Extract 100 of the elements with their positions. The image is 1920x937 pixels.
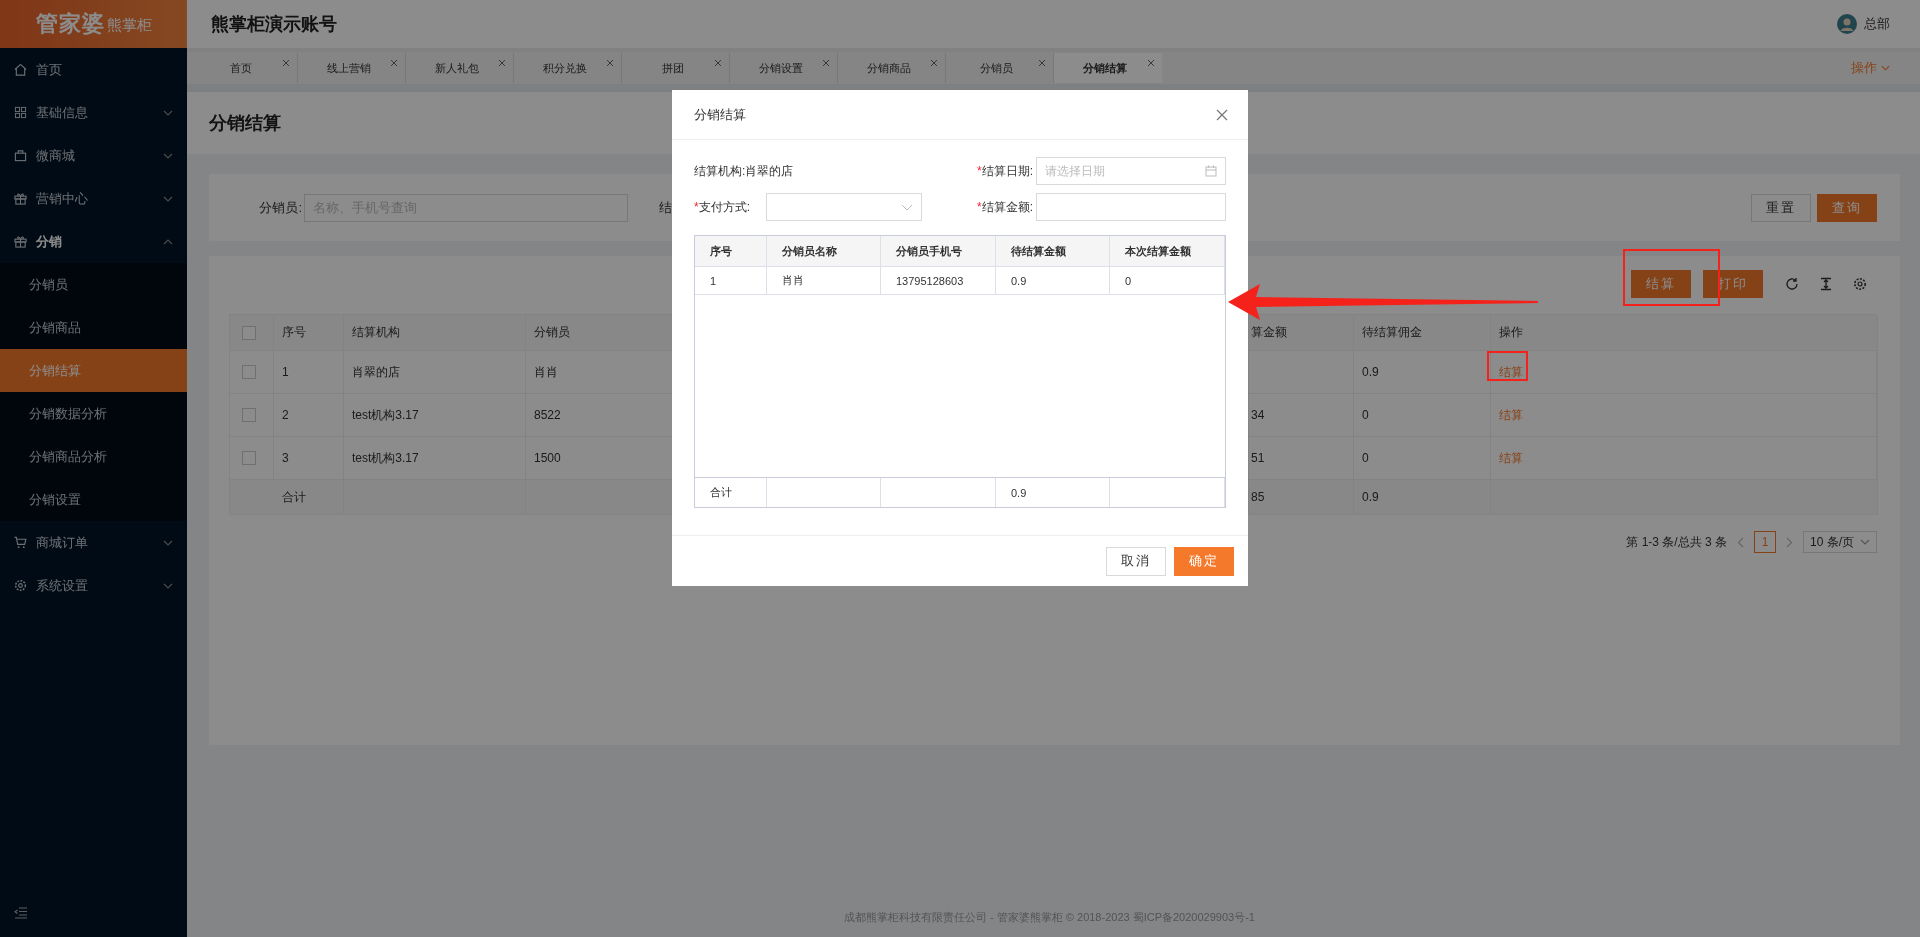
total-cell: 合计	[230, 480, 344, 515]
table-cell: 肖翠的店	[344, 351, 526, 394]
sidebar-item-label: 分销	[36, 232, 63, 251]
field-label: *支付方式:	[694, 198, 751, 216]
cancel-button[interactable]: 取消	[1106, 546, 1166, 576]
settle-button[interactable]: 结算	[1631, 270, 1691, 298]
grid-icon	[14, 106, 27, 119]
close-icon[interactable]	[606, 59, 614, 67]
column-header: 分销员手机号	[881, 236, 996, 266]
sidebar-item-label: 商城订单	[36, 533, 89, 552]
field-label: 结	[659, 198, 672, 217]
reset-button[interactable]: 重置	[1751, 193, 1811, 222]
sidebar-subitem[interactable]: 分销商品	[0, 306, 187, 349]
close-icon[interactable]	[390, 59, 398, 67]
page-tab[interactable]: 拼团	[622, 53, 730, 83]
gift-icon	[14, 192, 27, 205]
column-header: 待结算佣金	[1354, 315, 1491, 351]
settings-icon[interactable]	[1853, 277, 1867, 291]
checkbox[interactable]	[242, 408, 256, 422]
checkbox[interactable]	[242, 451, 256, 465]
close-icon[interactable]	[714, 59, 722, 67]
column-header: 算金额	[1249, 315, 1354, 351]
sidebar-item-label: 首页	[36, 60, 63, 79]
close-icon[interactable]	[1147, 59, 1155, 67]
sidebar-item-label: 系统设置	[36, 576, 89, 595]
page-tab[interactable]: 分销设置	[730, 53, 838, 83]
calendar-icon	[1205, 165, 1217, 177]
home-icon	[14, 63, 27, 76]
sidebar-item-label: 基础信息	[36, 103, 89, 122]
settle-link[interactable]: 结算	[1499, 449, 1523, 467]
close-icon[interactable]	[930, 59, 938, 67]
gift-icon	[14, 235, 27, 248]
table-cell: 13795128603	[881, 267, 996, 294]
user-name[interactable]: 总部	[1864, 15, 1890, 33]
settle-link[interactable]: 结算	[1499, 406, 1523, 424]
close-icon[interactable]	[498, 59, 506, 67]
page-tab[interactable]: 新人礼包	[406, 53, 514, 83]
checkbox[interactable]	[242, 325, 256, 340]
table-cell: 34	[1249, 394, 1354, 437]
page-tab[interactable]: 分销商品	[838, 53, 946, 83]
close-icon[interactable]	[1216, 108, 1228, 121]
chevron-down-icon	[1881, 65, 1890, 71]
page-tab[interactable]: 首页	[190, 53, 298, 83]
sidebar-item[interactable]: 分销	[0, 220, 187, 263]
settings-icon	[14, 579, 27, 592]
row-height-icon[interactable]	[1819, 277, 1833, 291]
query-button[interactable]: 查询	[1817, 193, 1877, 222]
total-cell: 85	[1249, 480, 1354, 515]
highlight-frame	[1487, 351, 1528, 381]
dialog-title: 分销结算	[694, 105, 746, 124]
chevron-down-icon	[1860, 539, 1870, 545]
org-text: 结算机构:肖翠的店	[694, 162, 795, 180]
close-icon[interactable]	[1038, 59, 1046, 67]
pagination-summary: 第 1-3 条/总共 3 条	[1626, 533, 1727, 551]
field-label: *结算日期:	[976, 162, 1034, 180]
refresh-icon[interactable]	[1785, 277, 1799, 291]
table-cell: 肖肖	[767, 267, 881, 294]
table-cell: test机构3.17	[344, 394, 526, 437]
cart-icon	[14, 536, 27, 549]
sidebar-item[interactable]: 基础信息	[0, 91, 187, 134]
close-icon[interactable]	[822, 59, 830, 67]
page-size-select[interactable]: 10 条/页	[1803, 531, 1877, 553]
sidebar-subitem[interactable]: 分销数据分析	[0, 392, 187, 435]
sidebar-item[interactable]: 营销中心	[0, 177, 187, 220]
sidebar-item[interactable]: 微商城	[0, 134, 187, 177]
confirm-button[interactable]: 确定	[1174, 546, 1234, 576]
table-cell: 1	[274, 351, 344, 394]
page-tab[interactable]: 积分兑换	[514, 53, 622, 83]
column-header: 序号	[695, 236, 767, 266]
page-tab[interactable]: 分销结算	[1054, 53, 1162, 83]
checkbox[interactable]	[242, 365, 256, 379]
settle-link[interactable]: 结算	[1499, 363, 1523, 381]
table-cell: 1	[695, 267, 767, 294]
collapse-menu-icon[interactable]	[14, 907, 28, 919]
sidebar-subitem[interactable]: 分销设置	[0, 478, 187, 521]
next-page-icon[interactable]	[1786, 536, 1793, 548]
page-tab[interactable]: 线上营销	[298, 53, 406, 83]
column-header: 待结算金额	[996, 236, 1110, 266]
page-title: 分销结算	[209, 112, 281, 135]
table-cell: 0	[1354, 394, 1491, 437]
total-cell: 合计	[695, 478, 767, 507]
sidebar-item-label: 营销中心	[36, 189, 89, 208]
table-cell: 0.9	[1354, 351, 1491, 394]
column-header: 分销员名称	[767, 236, 881, 266]
avatar-icon[interactable]	[1837, 14, 1857, 34]
previous-page-icon[interactable]	[1737, 536, 1744, 548]
page-number[interactable]: 1	[1754, 531, 1776, 553]
sidebar-subitem[interactable]: 分销结算	[0, 349, 187, 392]
close-icon[interactable]	[282, 59, 290, 67]
sidebar-subitem[interactable]: 分销商品分析	[0, 435, 187, 478]
column-header: 结算机构	[344, 315, 526, 351]
table-cell: 0	[1110, 267, 1225, 294]
input-field[interactable]	[1036, 193, 1226, 221]
column-header: 操作	[1491, 315, 1878, 351]
sidebar-item[interactable]: 首页	[0, 48, 187, 91]
select-field[interactable]	[766, 193, 922, 221]
sidebar-item[interactable]: 系统设置	[0, 564, 187, 607]
logo: 管家婆 熊掌柜	[0, 0, 187, 48]
sidebar-item[interactable]: 商城订单	[0, 521, 187, 564]
sidebar-subitem[interactable]: 分销员	[0, 263, 187, 306]
